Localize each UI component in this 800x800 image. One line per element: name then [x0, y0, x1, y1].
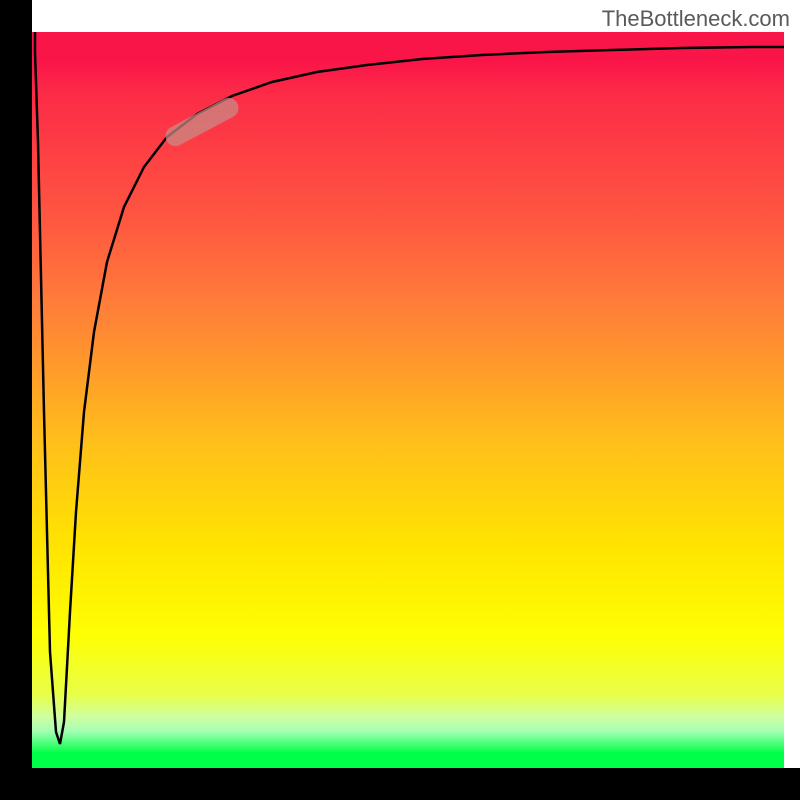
- x-axis: [0, 768, 800, 800]
- curve-path: [35, 32, 784, 744]
- chart-container: TheBottleneck.com: [0, 0, 800, 800]
- chart-curve: [32, 32, 784, 768]
- y-axis: [0, 0, 32, 800]
- highlight-segment: [162, 94, 242, 149]
- watermark-text: TheBottleneck.com: [602, 6, 790, 32]
